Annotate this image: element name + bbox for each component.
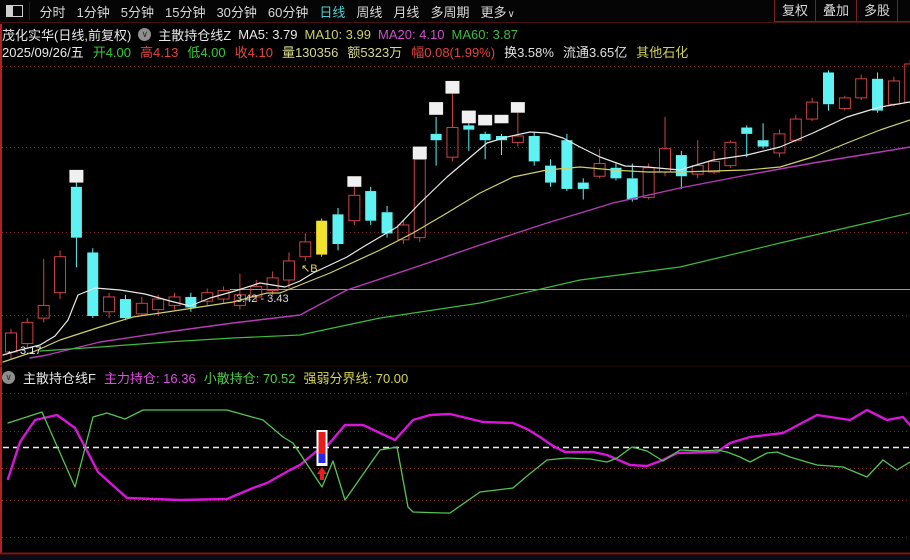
chart-annotation: ← 3.17 bbox=[6, 345, 41, 357]
candle bbox=[773, 133, 786, 154]
candle bbox=[545, 165, 557, 183]
chart-annotation: ↖B bbox=[301, 263, 318, 275]
candle bbox=[103, 296, 116, 313]
candle bbox=[316, 220, 328, 255]
flag-block bbox=[494, 114, 509, 124]
candle bbox=[37, 304, 50, 319]
candle bbox=[724, 141, 737, 167]
flag-block bbox=[429, 102, 444, 115]
candle bbox=[691, 165, 704, 175]
candle bbox=[806, 101, 819, 120]
candle bbox=[413, 158, 426, 239]
candle bbox=[675, 155, 687, 177]
chart-annotation: 3.42 - 3.43 bbox=[236, 293, 289, 305]
candle bbox=[626, 178, 638, 200]
candle bbox=[119, 299, 131, 319]
ma60-line bbox=[39, 212, 910, 352]
candle bbox=[904, 63, 910, 103]
candle bbox=[789, 118, 802, 141]
flag-block bbox=[412, 146, 427, 160]
candle bbox=[838, 97, 851, 109]
flag-block bbox=[510, 102, 525, 113]
candle bbox=[70, 186, 82, 238]
candle bbox=[593, 163, 606, 177]
candle bbox=[54, 256, 67, 294]
candle bbox=[348, 194, 361, 222]
signal-arrow-stem bbox=[320, 474, 324, 480]
ma20-line bbox=[29, 146, 910, 359]
candle bbox=[152, 298, 165, 311]
flag-block bbox=[69, 169, 84, 183]
candle bbox=[21, 321, 34, 345]
candle bbox=[87, 252, 99, 317]
chart-canvas[interactable]: ← 3.17 3.42 - 3.43 ↖B bbox=[0, 0, 910, 560]
candle bbox=[511, 135, 524, 143]
candle bbox=[430, 133, 442, 141]
candle bbox=[577, 182, 589, 189]
candle bbox=[282, 260, 295, 281]
candle bbox=[528, 135, 540, 162]
candle bbox=[365, 191, 377, 221]
candle bbox=[741, 127, 753, 134]
signal-marker-blue bbox=[318, 454, 326, 463]
trading-app-window: 分时 1分钟 5分钟 15分钟 30分钟 60分钟 日线 周线 月线 多周期 更… bbox=[0, 0, 910, 560]
candle bbox=[135, 302, 148, 315]
candle bbox=[757, 140, 769, 147]
flag-block bbox=[347, 176, 362, 187]
candle bbox=[463, 125, 475, 130]
candle bbox=[299, 241, 312, 258]
candle bbox=[823, 72, 834, 105]
bottom-strip bbox=[0, 555, 910, 560]
flag-block bbox=[461, 110, 476, 124]
candle bbox=[887, 80, 900, 105]
flag-block bbox=[478, 114, 493, 126]
candle bbox=[479, 133, 491, 141]
ma10-line bbox=[2, 119, 910, 363]
signal-marker-red bbox=[318, 432, 326, 454]
main-force-line bbox=[6, 408, 910, 502]
candle bbox=[872, 78, 884, 111]
candle bbox=[855, 78, 868, 99]
flag-block bbox=[445, 80, 460, 94]
candle bbox=[446, 127, 459, 158]
candle bbox=[201, 292, 214, 302]
candle bbox=[561, 140, 573, 189]
candle bbox=[332, 214, 344, 244]
